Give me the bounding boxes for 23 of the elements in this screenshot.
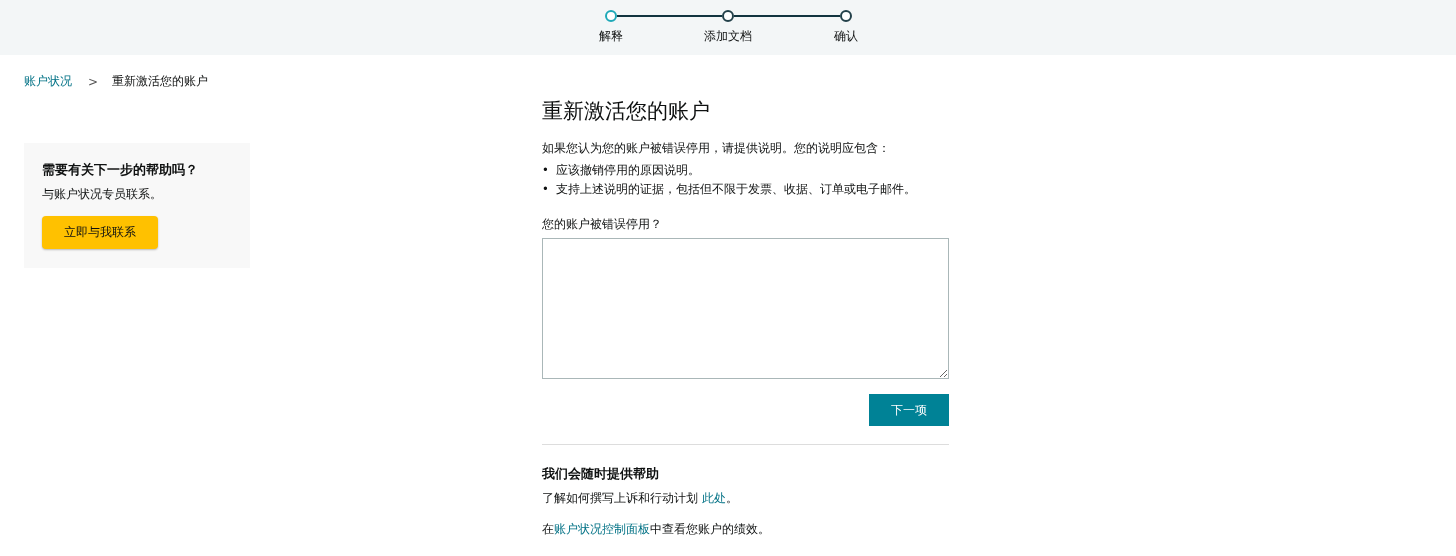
help-link[interactable]: 此处: [701, 491, 726, 505]
field-label: 您的账户被错误停用？: [542, 217, 663, 232]
help-text: 在账户状况控制面板中查看您账户的绩效。: [542, 522, 771, 537]
card-text: 与账户状况专员联系。: [42, 187, 163, 202]
next-button[interactable]: 下一项: [869, 394, 949, 426]
breadcrumb-link[interactable]: 账户状况: [24, 73, 72, 90]
step-label: 添加文档: [704, 28, 752, 45]
contact-button[interactable]: 立即与我联系: [42, 216, 158, 249]
breadcrumb-current: 重新激活您的账户: [112, 73, 209, 90]
bullet-marker: •: [542, 162, 549, 179]
bullet-item: 应该撤销停用的原因说明。: [555, 162, 700, 179]
intro-text: 如果您认为您的账户被错误停用，请提供说明。您的说明应包含：: [542, 140, 891, 157]
page-title: 重新激活您的账户: [542, 98, 711, 125]
bullet-item: 支持上述说明的证据，包括但不限于发票、收据、订单或电子邮件。: [555, 181, 916, 198]
card-title: 需要有关下一步的帮助吗？: [42, 161, 199, 179]
explanation-field[interactable]: [542, 238, 949, 379]
help-link[interactable]: 账户状况控制面板: [554, 522, 650, 536]
bullet-marker: •: [542, 181, 549, 198]
help-text: 了解如何撰写上诉和行动计划 此处。: [542, 491, 739, 506]
step-label: 解释: [599, 28, 623, 45]
step-label: 确认: [834, 28, 858, 45]
section-title: 我们会随时提供帮助: [542, 465, 660, 483]
breadcrumb-separator: >: [88, 74, 99, 89]
